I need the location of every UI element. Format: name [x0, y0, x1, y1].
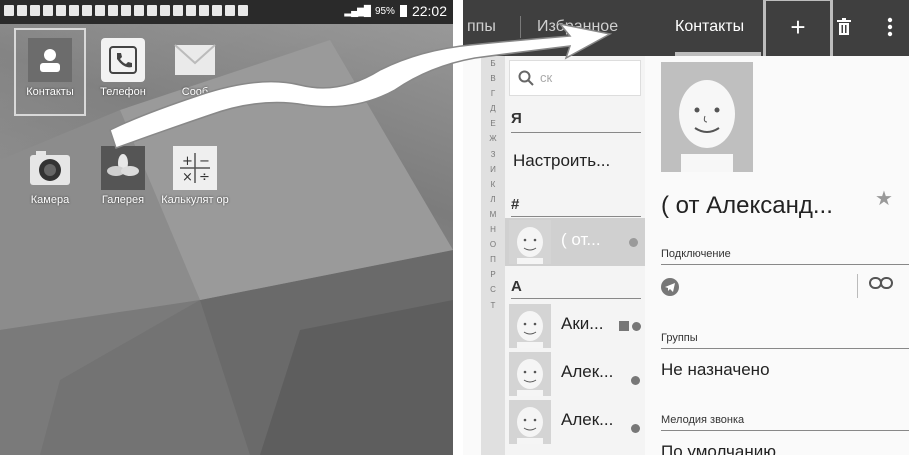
- annotation-arrow: [109, 22, 613, 149]
